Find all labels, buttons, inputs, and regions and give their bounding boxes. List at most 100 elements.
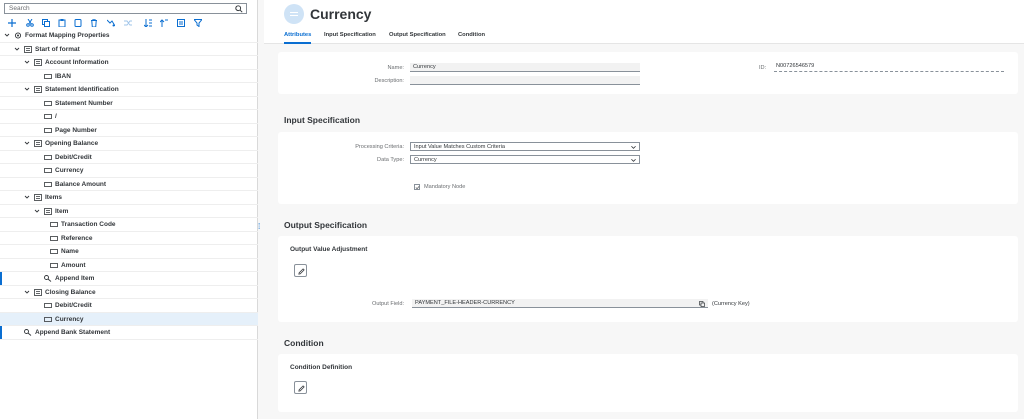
id-label: ID: bbox=[759, 65, 767, 71]
tree-node[interactable]: Transaction Code bbox=[0, 218, 258, 232]
attributes-card: Name: Currency Description: ID: N0072654… bbox=[278, 52, 1018, 94]
structure-icon bbox=[34, 140, 42, 147]
tree-node[interactable]: Append Item bbox=[0, 272, 258, 286]
tree-node[interactable]: Page Number bbox=[0, 124, 258, 137]
chevron-down-icon[interactable] bbox=[24, 58, 30, 66]
format-tree: Format Mapping Properties Start of format… bbox=[0, 29, 258, 340]
tree-node-label: Reference bbox=[61, 234, 93, 242]
structure-icon bbox=[34, 59, 42, 66]
cut-icon[interactable] bbox=[24, 17, 35, 28]
name-field[interactable]: Currency bbox=[410, 63, 640, 72]
tree-node-label: Transaction Code bbox=[61, 221, 116, 228]
field-icon bbox=[44, 168, 52, 173]
field-icon bbox=[44, 114, 52, 119]
duplicate-icon[interactable] bbox=[72, 17, 83, 28]
tree-node[interactable]: Format Mapping Properties bbox=[0, 29, 258, 43]
structure-icon bbox=[24, 45, 32, 53]
field-icon bbox=[44, 303, 52, 308]
chevron-down-icon[interactable] bbox=[34, 207, 40, 215]
tree-node[interactable]: / bbox=[0, 110, 258, 124]
field-icon bbox=[44, 73, 52, 79]
tree-node-label: Format Mapping Properties bbox=[25, 32, 110, 39]
search-placeholder: Search bbox=[9, 5, 30, 12]
structure-icon bbox=[34, 86, 42, 93]
structure-icon bbox=[34, 194, 42, 201]
tab-condition[interactable]: Condition bbox=[458, 32, 485, 38]
tree-node-label: Statement Identification bbox=[45, 86, 119, 93]
chevron-down-icon[interactable] bbox=[24, 193, 30, 201]
tree-node[interactable]: Debit/Credit bbox=[0, 299, 258, 313]
search-field[interactable]: Search bbox=[4, 3, 247, 14]
chevron-down-icon[interactable] bbox=[4, 31, 10, 39]
tree-node[interactable]: Currency bbox=[0, 164, 258, 178]
mandatory-node-checkbox[interactable] bbox=[414, 184, 420, 190]
tree-node[interactable]: Opening Balance bbox=[0, 137, 258, 151]
tree-node[interactable]: Balance Amount bbox=[0, 178, 258, 191]
tree-node-label: Currency bbox=[55, 315, 84, 323]
tree-node-label: Amount bbox=[61, 261, 86, 269]
move-up-icon[interactable] bbox=[158, 17, 169, 28]
tree-node[interactable]: Items bbox=[0, 191, 258, 205]
tree-node-label: Items bbox=[45, 194, 62, 201]
tree-node-label: / bbox=[55, 113, 57, 120]
tree-node[interactable]: IBAN bbox=[0, 70, 258, 83]
pencil-icon bbox=[297, 384, 305, 392]
tree-node-label: Debit/Credit bbox=[55, 302, 92, 309]
format-tree-panel: Search Format Mapping Properties Start of… bbox=[0, 0, 258, 419]
add-icon[interactable] bbox=[6, 17, 17, 28]
tree-node[interactable]: Reference bbox=[0, 232, 258, 245]
delete-icon[interactable] bbox=[88, 17, 99, 28]
page-title: Currency bbox=[310, 6, 372, 22]
output-field-value: PAYMENT_FILE-HEADER-CURRENCY bbox=[415, 300, 515, 306]
value-help-icon[interactable] bbox=[699, 300, 705, 307]
tab-input-specification[interactable]: Input Specification bbox=[324, 32, 376, 38]
output-field[interactable]: PAYMENT_FILE-HEADER-CURRENCY bbox=[412, 299, 708, 308]
processing-criteria-select[interactable]: Input Value Matches Custom Criteria bbox=[410, 142, 640, 151]
shuffle-icon[interactable] bbox=[122, 17, 133, 28]
sort-icon[interactable] bbox=[142, 17, 153, 28]
tree-node[interactable]: Append Bank Statement bbox=[0, 326, 258, 340]
chevron-down-icon[interactable] bbox=[24, 139, 30, 147]
tree-node[interactable]: Currency bbox=[0, 312, 258, 326]
description-label: Description: bbox=[374, 78, 404, 84]
tree-node-label: Opening Balance bbox=[45, 140, 99, 147]
tree-node-label: Account Information bbox=[45, 59, 109, 66]
tree-node[interactable]: Start of format bbox=[0, 43, 258, 56]
tree-node[interactable]: Amount bbox=[0, 259, 258, 272]
tree-node[interactable]: Statement Number bbox=[0, 97, 258, 110]
tree-node[interactable]: Name bbox=[0, 245, 258, 259]
search-icon[interactable] bbox=[235, 5, 243, 13]
data-type-select[interactable]: Currency bbox=[410, 155, 640, 164]
tab-output-specification[interactable]: Output Specification bbox=[389, 32, 446, 38]
edit-condition-button[interactable] bbox=[294, 381, 307, 394]
filter-icon[interactable] bbox=[105, 17, 116, 28]
tree-node-label: Name bbox=[61, 248, 79, 255]
chevron-down-icon[interactable] bbox=[14, 45, 20, 53]
input-spec-card: Processing Criteria: Input Value Matches… bbox=[278, 132, 1018, 204]
tree-node[interactable]: Debit/Credit bbox=[0, 151, 258, 164]
funnel-icon[interactable] bbox=[192, 17, 203, 28]
tree-node-label: Balance Amount bbox=[55, 180, 107, 188]
field-icon bbox=[44, 154, 52, 160]
tree-node-label: Statement Number bbox=[55, 99, 113, 107]
checkmark-icon bbox=[415, 185, 420, 190]
tree-node-label: Closing Balance bbox=[45, 288, 96, 296]
output-field-description: (Currency Key) bbox=[712, 301, 750, 307]
tree-node[interactable]: Closing Balance bbox=[0, 286, 258, 299]
detail-panel: Currency Attributes Input Specification … bbox=[264, 0, 1024, 419]
chevron-down-icon[interactable] bbox=[24, 288, 30, 296]
tree-node[interactable]: Item bbox=[0, 205, 258, 218]
chevron-down-icon[interactable] bbox=[24, 85, 30, 93]
description-field[interactable] bbox=[410, 76, 640, 85]
edit-adjustment-button[interactable] bbox=[294, 264, 307, 277]
tree-node[interactable]: Statement Identification bbox=[0, 83, 258, 97]
paste-icon[interactable] bbox=[56, 17, 67, 28]
output-field-label: Output Field: bbox=[371, 301, 404, 307]
tab-attributes[interactable]: Attributes bbox=[284, 32, 312, 44]
copy-icon[interactable] bbox=[40, 17, 51, 28]
chevron-down-icon bbox=[631, 145, 636, 149]
tree-node[interactable]: Account Information bbox=[0, 56, 258, 70]
data-type-label: Data Type: bbox=[377, 157, 404, 163]
list-icon[interactable] bbox=[175, 17, 186, 28]
output-value-adjustment-title: Output Value Adjustment bbox=[290, 246, 368, 253]
